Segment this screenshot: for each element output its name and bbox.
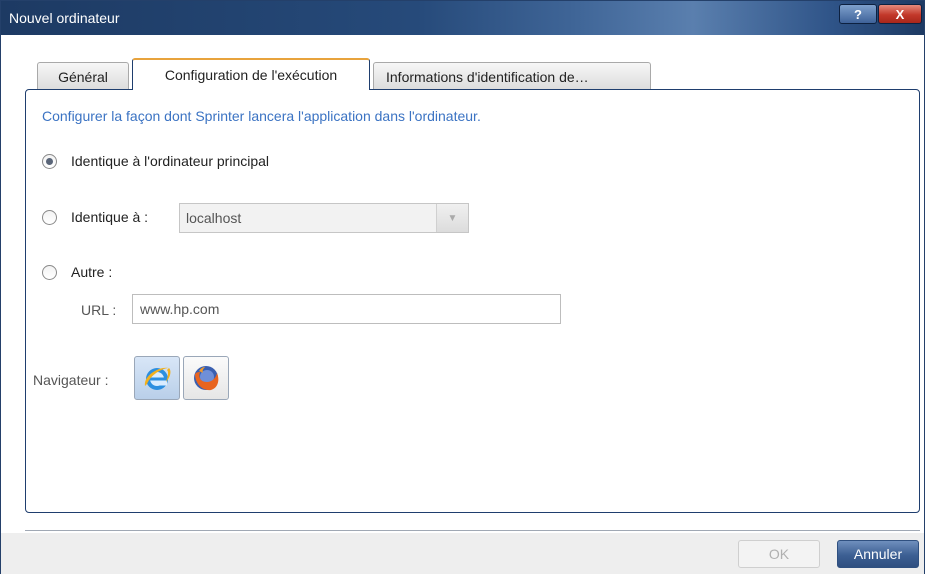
footer-bar: OK Annuler xyxy=(1,533,924,574)
tab-general[interactable]: Général xyxy=(37,62,129,90)
radio-other[interactable] xyxy=(42,264,57,280)
url-input[interactable]: www.hp.com xyxy=(132,294,561,324)
intro-text: Configurer la façon dont Sprinter lancer… xyxy=(42,108,481,124)
tab-label: Général xyxy=(58,68,108,85)
close-button[interactable]: X xyxy=(878,4,922,24)
firefox-icon xyxy=(194,366,219,391)
close-icon: X xyxy=(895,6,905,22)
tab-label: Configuration de l'exécution xyxy=(164,67,338,83)
dialog-window: Nouvel ordinateur ? X Général Configurat… xyxy=(0,0,925,574)
tab-panel: Configurer la façon dont Sprinter lancer… xyxy=(25,89,920,513)
browser-label: Navigateur : xyxy=(33,372,109,388)
tab-bar: Général Configuration de l'exécution Inf… xyxy=(37,58,654,90)
chevron-down-icon[interactable]: ▼ xyxy=(436,204,468,232)
ok-button[interactable]: OK xyxy=(738,540,820,568)
option-other[interactable]: Autre : xyxy=(42,264,112,280)
browser-firefox-button[interactable] xyxy=(183,356,229,400)
cancel-button[interactable]: Annuler xyxy=(837,540,919,568)
radio-label: Identique à l'ordinateur principal xyxy=(71,153,270,169)
help-button[interactable]: ? xyxy=(839,4,877,24)
tab-label: Informations d'identification de… xyxy=(386,68,589,85)
window-title: Nouvel ordinateur xyxy=(9,10,120,26)
url-label: URL : xyxy=(81,302,117,318)
footer-separator xyxy=(25,530,920,531)
radio-same-as-main[interactable] xyxy=(42,153,57,169)
help-icon: ? xyxy=(854,6,862,22)
option-same-as[interactable]: Identique à : xyxy=(42,209,148,225)
radio-label: Autre : xyxy=(71,264,113,280)
url-value: www.hp.com xyxy=(140,301,220,317)
option-same-as-main[interactable]: Identique à l'ordinateur principal xyxy=(42,153,269,169)
radio-same-as[interactable] xyxy=(42,209,57,225)
select-value: localhost xyxy=(186,210,242,226)
radio-label: Identique à : xyxy=(71,209,149,225)
internet-explorer-icon xyxy=(144,367,171,390)
tab-credentials[interactable]: Informations d'identification de… xyxy=(373,62,651,90)
browser-ie-button[interactable] xyxy=(134,356,180,400)
tab-run-configuration[interactable]: Configuration de l'exécution xyxy=(132,58,370,90)
same-as-select[interactable]: localhost ▼ xyxy=(179,203,469,233)
title-bar[interactable]: Nouvel ordinateur ? X xyxy=(1,1,924,35)
